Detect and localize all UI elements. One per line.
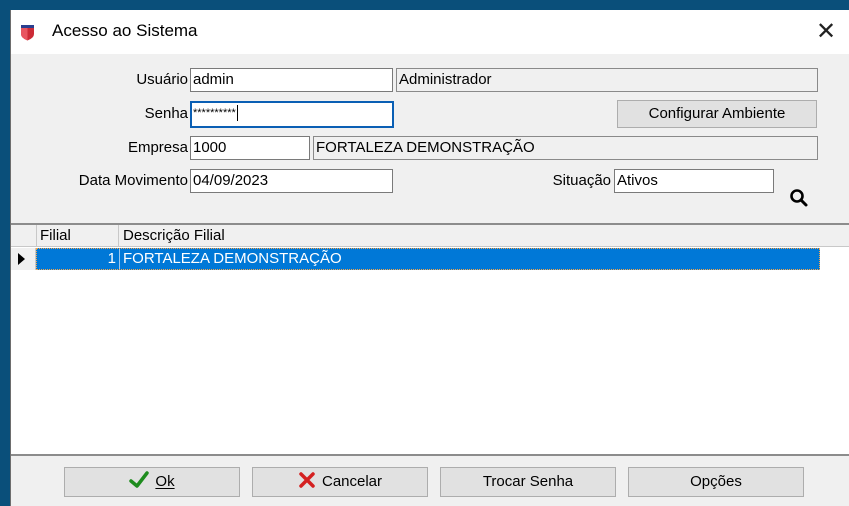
empresa-label: Empresa: [127, 139, 188, 156]
empresa-code-input[interactable]: 1000: [190, 136, 310, 160]
check-icon: [129, 471, 150, 488]
button-bar: Ok Cancelar Trocar Senha Opções: [11, 456, 849, 506]
configurar-ambiente-button[interactable]: Configurar Ambiente: [617, 100, 817, 128]
search-icon[interactable]: [789, 188, 809, 208]
situacao-input[interactable]: Ativos: [614, 169, 774, 193]
senha-value: **********: [193, 107, 236, 119]
cell-descricao: FORTALEZA DEMONSTRAÇÃO: [123, 250, 342, 267]
table-row[interactable]: 1 FORTALEZA DEMONSTRAÇÃO: [11, 248, 849, 270]
data-movimento-input[interactable]: 04/09/2023: [190, 169, 393, 193]
filial-grid[interactable]: Filial Descrição Filial 1 FORTALEZA DEMO…: [11, 223, 849, 456]
senha-label: Senha: [144, 105, 188, 122]
grid-indicator-header: [11, 225, 37, 246]
cancelar-button[interactable]: Cancelar: [252, 467, 428, 497]
data-movimento-label: Data Movimento: [78, 172, 188, 189]
column-header-filial[interactable]: Filial: [36, 225, 119, 246]
senha-input[interactable]: **********: [190, 101, 394, 128]
usuario-name-field: Administrador: [396, 68, 818, 92]
empresa-name-field: FORTALEZA DEMONSTRAÇÃO: [313, 136, 818, 160]
usuario-input[interactable]: admin: [190, 68, 393, 92]
text-caret: [236, 105, 238, 122]
column-header-descricao[interactable]: Descrição Filial: [119, 225, 819, 246]
app-shield-icon: [21, 25, 34, 41]
row-indicator: [11, 248, 36, 270]
close-icon[interactable]: ✕: [803, 10, 849, 54]
title-bar: Acesso ao Sistema ✕: [11, 10, 849, 54]
row-pointer-icon: [18, 253, 25, 265]
opcoes-button[interactable]: Opções: [628, 467, 804, 497]
login-dialog: Acesso ao Sistema ✕ Usuário admin Admini…: [10, 10, 849, 506]
x-icon: [299, 472, 315, 488]
selected-row-cells[interactable]: 1 FORTALEZA DEMONSTRAÇÃO: [36, 248, 820, 270]
ok-label: Ok: [155, 473, 175, 490]
window-title: Acesso ao Sistema: [52, 21, 198, 40]
usuario-label: Usuário: [136, 71, 188, 88]
login-form: Usuário admin Administrador Senha ******…: [11, 54, 849, 223]
trocar-senha-button[interactable]: Trocar Senha: [440, 467, 616, 497]
grid-header: Filial Descrição Filial: [11, 225, 849, 247]
situacao-label: Situação: [552, 172, 611, 189]
cancelar-label: Cancelar: [321, 473, 383, 490]
ok-button[interactable]: Ok: [64, 467, 240, 497]
cell-filial: 1: [37, 249, 120, 269]
